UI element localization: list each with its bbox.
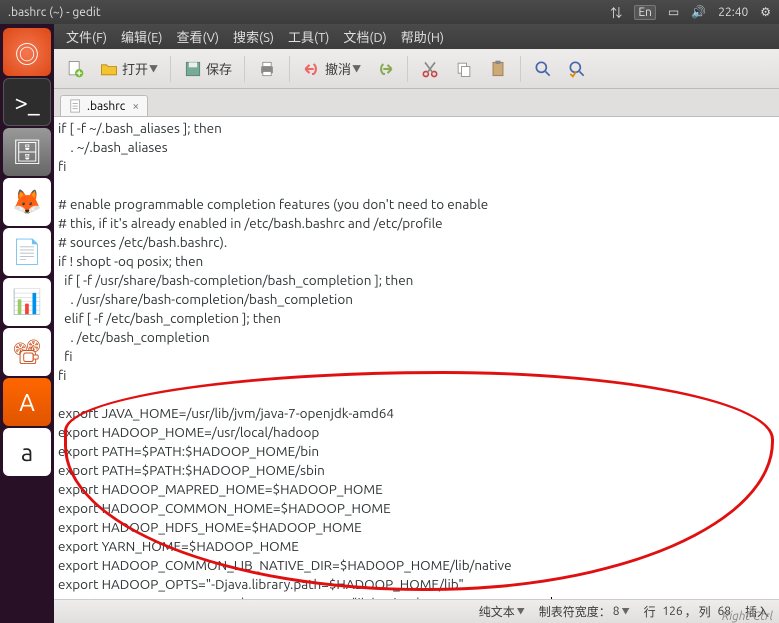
paste-button[interactable] — [483, 56, 513, 82]
tab-bashrc[interactable]: .bashrc × — [60, 95, 148, 116]
menubar: 文件(F) 编辑(E) 查看(V) 搜索(S) 工具(T) 文档(D) 帮助(H… — [54, 24, 779, 49]
dropdown-icon: ▼ — [622, 606, 630, 617]
new-button[interactable] — [60, 56, 90, 82]
ubuntu-software-icon[interactable]: A — [3, 378, 51, 426]
files-icon[interactable]: 🗄 — [3, 128, 51, 176]
menu-tools[interactable]: 工具(T) — [282, 25, 335, 48]
language-selector[interactable]: 纯文本 ▼ — [479, 603, 525, 620]
firefox-icon[interactable]: 🦊 — [3, 178, 51, 226]
libreoffice-impress-icon[interactable]: 📽 — [3, 328, 51, 376]
save-icon — [183, 59, 203, 79]
menu-edit[interactable]: 编辑(E) — [115, 25, 168, 48]
system-topbar: .bashrc (~) - gedit ⇅ En ▭ 🔊 22:40 ⚙ — [0, 0, 779, 24]
paste-icon — [488, 59, 508, 79]
print-button[interactable] — [252, 56, 282, 82]
amazon-icon[interactable]: a — [3, 428, 51, 476]
replace-button[interactable] — [562, 56, 592, 82]
clock[interactable]: 22:40 — [718, 6, 748, 19]
print-icon — [257, 59, 277, 79]
open-dropdown-icon[interactable]: ▼ — [149, 62, 158, 75]
unity-launcher: ◎ >_ 🗄 🦊 📄 📊 📽 A a — [0, 24, 54, 623]
language-indicator[interactable]: En — [634, 5, 656, 20]
libreoffice-writer-icon[interactable]: 📄 — [3, 228, 51, 276]
menu-documents[interactable]: 文档(D) — [337, 25, 392, 48]
redo-icon — [375, 59, 395, 79]
toolbar-separator — [407, 56, 408, 82]
status-bar: 纯文本 ▼ 制表符宽度： 8 ▼ 行 126，列 68 插入 — [54, 599, 779, 623]
find-button[interactable] — [528, 56, 558, 82]
menu-view[interactable]: 查看(V) — [171, 25, 225, 48]
redo-button[interactable] — [370, 56, 400, 82]
save-button[interactable]: 保存 — [178, 56, 237, 82]
window-title: .bashrc (~) - gedit — [8, 6, 610, 19]
session-icon[interactable]: ⚙ — [760, 5, 771, 19]
toolbar-separator — [170, 56, 171, 82]
undo-icon — [302, 59, 322, 79]
tab-label: .bashrc — [87, 100, 125, 113]
text-cursor — [551, 597, 552, 600]
cut-button[interactable] — [415, 56, 445, 82]
menu-help[interactable]: 帮助(H) — [395, 25, 450, 48]
open-button[interactable]: 打开 ▼ — [94, 56, 163, 82]
find-icon — [533, 59, 553, 79]
vm-hotkey-hint: Right Ctrl — [722, 610, 773, 623]
sound-icon[interactable]: 🔊 — [691, 5, 706, 19]
tab-close-icon[interactable]: × — [132, 100, 139, 113]
copy-icon — [454, 59, 474, 79]
libreoffice-calc-icon[interactable]: 📊 — [3, 278, 51, 326]
editor-content: if [ -f ~/.bash_aliases ]; then . ~/.bas… — [58, 120, 551, 599]
system-tray: ⇅ En ▭ 🔊 22:40 ⚙ — [610, 4, 771, 21]
text-editor[interactable]: if [ -f ~/.bash_aliases ]; then . ~/.bas… — [54, 117, 779, 599]
gedit-window: 文件(F) 编辑(E) 查看(V) 搜索(S) 工具(T) 文档(D) 帮助(H… — [54, 24, 779, 623]
toolbar-separator — [244, 56, 245, 82]
network-icon[interactable]: ⇅ — [610, 4, 622, 21]
tabwidth-selector[interactable]: 制表符宽度： 8 ▼ — [539, 603, 630, 620]
battery-icon[interactable]: ▭ — [668, 5, 679, 19]
toolbar-separator — [289, 56, 290, 82]
open-folder-icon — [99, 59, 119, 79]
undo-button[interactable]: 撤消 ▼ — [297, 56, 366, 82]
menu-file[interactable]: 文件(F) — [60, 25, 113, 48]
ubuntu-dash-icon[interactable]: ◎ — [3, 28, 51, 76]
dropdown-icon: ▼ — [517, 606, 525, 617]
undo-dropdown-icon[interactable]: ▼ — [352, 62, 361, 75]
cut-icon — [420, 59, 440, 79]
terminal-icon[interactable]: >_ — [3, 78, 51, 126]
toolbar-separator — [520, 56, 521, 82]
document-icon — [69, 99, 83, 113]
menu-search[interactable]: 搜索(S) — [227, 25, 280, 48]
cursor-position: 行 126，列 68 — [644, 603, 731, 620]
tab-bar: .bashrc × — [54, 89, 779, 117]
toolbar: 打开 ▼ 保存 撤消 ▼ — [54, 49, 779, 89]
copy-button[interactable] — [449, 56, 479, 82]
new-file-icon — [65, 59, 85, 79]
replace-icon — [567, 59, 587, 79]
